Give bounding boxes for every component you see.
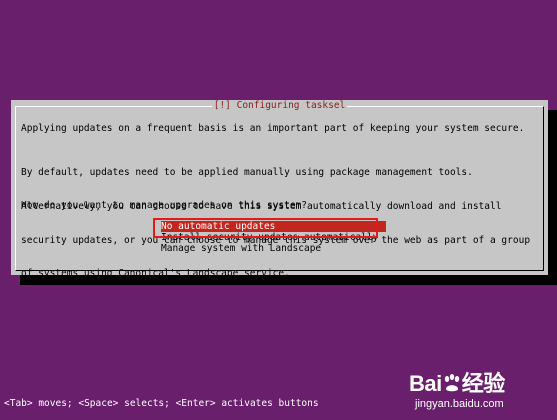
dialog-title: [!] Configuring tasksel	[211, 100, 348, 111]
watermark-url: jingyan.baidu.com	[415, 398, 504, 410]
tasksel-dialog: [!] Configuring tasksel Applying updates…	[11, 100, 548, 279]
baidu-watermark: Bai 经验 jingyan.baidu.com	[409, 372, 549, 414]
watermark-logo: Bai 经验	[409, 372, 505, 396]
keyboard-help-status: <Tab> moves; <Space> selects; <Enter> ac…	[4, 398, 319, 409]
explanation-line: By default, updates need to be applied m…	[21, 167, 473, 179]
explanation-line: of systems using Canonical's Landscape s…	[21, 268, 290, 280]
watermark-logo-right: 经验	[461, 371, 506, 396]
annotation-highlight-box	[153, 218, 378, 238]
intro-paragraph: Applying updates on a frequent basis is …	[21, 123, 525, 134]
paw-icon	[444, 374, 459, 392]
installer-screen: [!] Configuring tasksel Applying updates…	[0, 0, 557, 420]
watermark-logo-left: Bai	[409, 371, 442, 396]
option-manage-with-landscape[interactable]: Manage system with Landscape	[161, 243, 386, 254]
question-text: How do you want to manage upgrades on th…	[21, 200, 307, 211]
